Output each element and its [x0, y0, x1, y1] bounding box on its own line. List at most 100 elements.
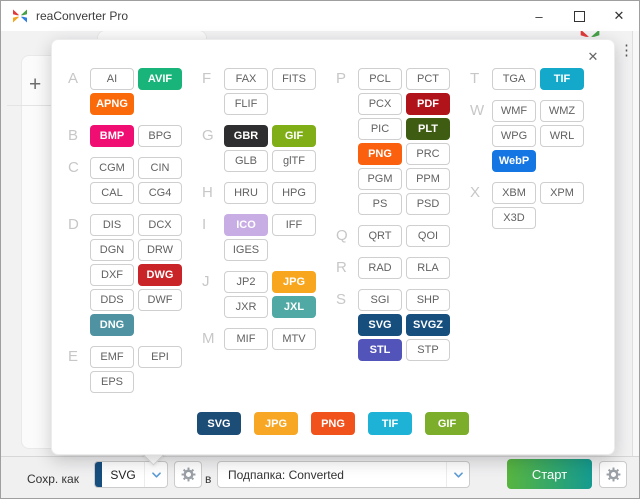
format-row: DISDCX: [90, 214, 182, 236]
format-chip-dwg[interactable]: DWG: [138, 264, 182, 286]
format-row: PGMPPM: [358, 168, 450, 190]
group-rows: SGISHPSVGSVGZSTLSTP: [358, 289, 450, 364]
format-chip-gltf[interactable]: glTF: [272, 150, 316, 172]
group-rows: XBMXPMX3D: [492, 182, 584, 232]
format-chip-hru[interactable]: HRU: [224, 182, 268, 204]
format-chip-epi[interactable]: EPI: [138, 346, 182, 368]
format-chip-rad[interactable]: RAD: [358, 257, 402, 279]
destination-select[interactable]: Подпапка: Converted: [217, 461, 470, 488]
format-chip-cin[interactable]: CIN: [138, 157, 182, 179]
format-chip-jp2[interactable]: JP2: [224, 271, 268, 293]
format-chip-x3d[interactable]: X3D: [492, 207, 536, 229]
format-chip-drw[interactable]: DRW: [138, 239, 182, 261]
format-chip-plt[interactable]: PLT: [406, 118, 450, 140]
format-chip-qoi[interactable]: QOI: [406, 225, 450, 247]
format-chip-wmz[interactable]: WMZ: [540, 100, 584, 122]
settings-button[interactable]: [599, 461, 627, 488]
overflow-menu-icon[interactable]: ⋮: [613, 34, 627, 68]
dialog-close-button[interactable]: ✕: [584, 48, 602, 66]
format-chip-shp[interactable]: SHP: [406, 289, 450, 311]
format-chip-xpm[interactable]: XPM: [540, 182, 584, 204]
format-chip-mif[interactable]: MIF: [224, 328, 268, 350]
format-chip-glb[interactable]: GLB: [224, 150, 268, 172]
format-chip-cgm[interactable]: CGM: [90, 157, 134, 179]
format-chip-wpg[interactable]: WPG: [492, 125, 536, 147]
format-chip-fits[interactable]: FITS: [272, 68, 316, 90]
format-chip-qrt[interactable]: QRT: [358, 225, 402, 247]
quick-format-gif[interactable]: GIF: [425, 412, 469, 435]
format-chip-jxl[interactable]: JXL: [272, 296, 316, 318]
add-files-icon[interactable]: +: [29, 73, 41, 97]
start-button[interactable]: Старт: [507, 459, 592, 489]
format-chip-png[interactable]: PNG: [358, 143, 402, 165]
format-chip-ai[interactable]: AI: [90, 68, 134, 90]
format-chip-pdf[interactable]: PDF: [406, 93, 450, 115]
group-rows: FAXFITSFLIF: [224, 68, 316, 118]
format-chip-ps[interactable]: PS: [358, 193, 402, 215]
format-chip-xbm[interactable]: XBM: [492, 182, 536, 204]
group-letter: P: [336, 68, 352, 218]
format-chip-stp[interactable]: STP: [406, 339, 450, 361]
quick-format-jpg[interactable]: JPG: [254, 412, 298, 435]
format-chip-wmf[interactable]: WMF: [492, 100, 536, 122]
format-chip-dwf[interactable]: DWF: [138, 289, 182, 311]
minimize-button[interactable]: –: [519, 1, 559, 31]
format-chip-pgm[interactable]: PGM: [358, 168, 402, 190]
maximize-button[interactable]: [559, 1, 599, 31]
format-chip-tif[interactable]: TIF: [540, 68, 584, 90]
format-chip-bpg[interactable]: BPG: [138, 125, 182, 147]
format-chip-apng[interactable]: APNG: [90, 93, 134, 115]
format-chip-dds[interactable]: DDS: [90, 289, 134, 311]
group-letter: A: [68, 68, 84, 118]
format-chip-pcx[interactable]: PCX: [358, 93, 402, 115]
format-chip-cg4[interactable]: CG4: [138, 182, 182, 204]
format-chip-psd[interactable]: PSD: [406, 193, 450, 215]
group-rows: AIAVIFAPNG: [90, 68, 182, 118]
quick-format-tif[interactable]: TIF: [368, 412, 412, 435]
quick-format-png[interactable]: PNG: [311, 412, 355, 435]
close-button[interactable]: ✕: [599, 1, 639, 31]
format-select[interactable]: SVG: [94, 461, 168, 488]
format-chip-webp[interactable]: WebP: [492, 150, 536, 172]
format-chip-ppm[interactable]: PPM: [406, 168, 450, 190]
format-chip-emf[interactable]: EMF: [90, 346, 134, 368]
format-chip-prc[interactable]: PRC: [406, 143, 450, 165]
format-chip-dcx[interactable]: DCX: [138, 214, 182, 236]
format-chip-dis[interactable]: DIS: [90, 214, 134, 236]
format-settings-button[interactable]: [174, 461, 202, 488]
format-chip-iges[interactable]: IGES: [224, 239, 268, 261]
format-chip-bmp[interactable]: BMP: [90, 125, 134, 147]
format-chip-eps[interactable]: EPS: [90, 371, 134, 393]
format-chip-dxf[interactable]: DXF: [90, 264, 134, 286]
format-chip-pcl[interactable]: PCL: [358, 68, 402, 90]
format-chip-dgn[interactable]: DGN: [90, 239, 134, 261]
format-chip-fax[interactable]: FAX: [224, 68, 268, 90]
format-chip-pct[interactable]: PCT: [406, 68, 450, 90]
format-chip-pic[interactable]: PIC: [358, 118, 402, 140]
gear-icon: [181, 467, 196, 482]
format-chip-tga[interactable]: TGA: [492, 68, 536, 90]
format-chip-flif[interactable]: FLIF: [224, 93, 268, 115]
format-chip-mtv[interactable]: MTV: [272, 328, 316, 350]
in-label: в: [205, 457, 211, 499]
format-chip-jxr[interactable]: JXR: [224, 296, 268, 318]
group-rows: PCLPCTPCXPDFPICPLTPNGPRCPGMPPMPSPSD: [358, 68, 450, 218]
format-chip-cal[interactable]: CAL: [90, 182, 134, 204]
format-chip-rla[interactable]: RLA: [406, 257, 450, 279]
format-chip-iff[interactable]: IFF: [272, 214, 316, 236]
format-chip-jpg[interactable]: JPG: [272, 271, 316, 293]
format-chip-svg[interactable]: SVG: [358, 314, 402, 336]
format-chip-sgi[interactable]: SGI: [358, 289, 402, 311]
format-chip-hpg[interactable]: HPG: [272, 182, 316, 204]
format-chip-gif[interactable]: GIF: [272, 125, 316, 147]
format-chip-stl[interactable]: STL: [358, 339, 402, 361]
format-chip-gbr[interactable]: GBR: [224, 125, 268, 147]
format-group-a: AAIAVIFAPNG: [68, 68, 182, 118]
quick-format-svg[interactable]: SVG: [197, 412, 241, 435]
format-chip-avif[interactable]: AVIF: [138, 68, 182, 90]
format-chip-dng[interactable]: DNG: [90, 314, 134, 336]
format-chip-wrl[interactable]: WRL: [540, 125, 584, 147]
format-chip-svgz[interactable]: SVGZ: [406, 314, 450, 336]
format-group-c: CCGMCINCALCG4: [68, 157, 182, 207]
format-chip-ico[interactable]: ICO: [224, 214, 268, 236]
